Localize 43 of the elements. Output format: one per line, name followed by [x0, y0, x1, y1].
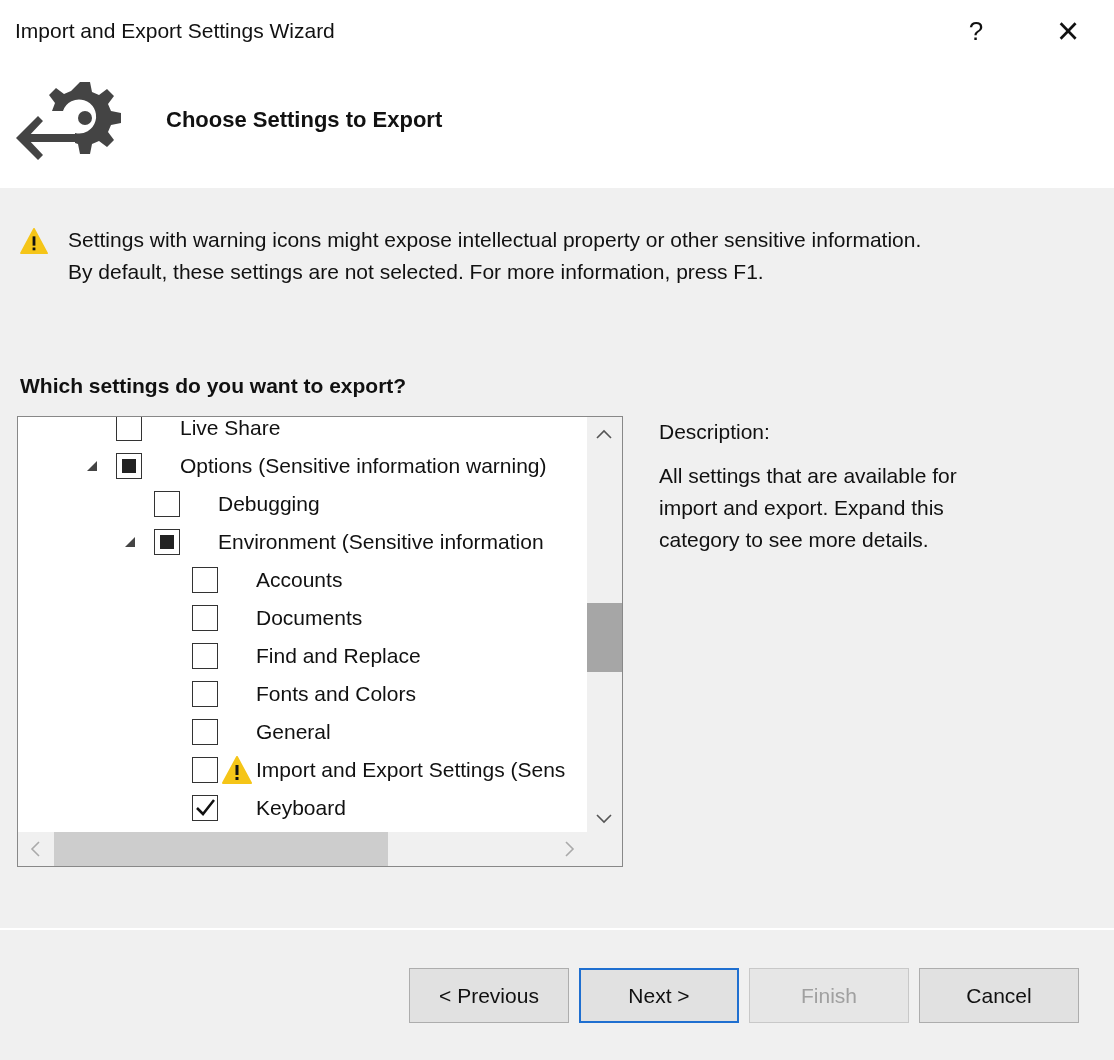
- checkbox[interactable]: [192, 605, 218, 631]
- close-button[interactable]: ×: [1022, 0, 1114, 62]
- tree-item[interactable]: Live Share: [180, 417, 281, 440]
- description-text: All settings that are available for import and export. Expand this category to see more details.: [659, 463, 958, 553]
- checkbox[interactable]: [192, 567, 218, 593]
- question-label: Which settings do you want to export?: [20, 374, 408, 398]
- horizontal-scrollbar[interactable]: [18, 832, 587, 866]
- scroll-thumb[interactable]: [54, 832, 388, 866]
- scroll-down-icon[interactable]: [596, 814, 612, 824]
- checkbox[interactable]: [116, 453, 142, 479]
- vertical-scrollbar[interactable]: [587, 417, 622, 832]
- checkbox[interactable]: [192, 757, 218, 783]
- wizard-button[interactable]: Cancel: [919, 968, 1079, 1023]
- tree-item[interactable]: Import and Export Settings (Sens: [256, 758, 566, 782]
- wizard-button[interactable]: < Previous: [409, 968, 569, 1023]
- warning-icon: [20, 228, 48, 254]
- checkbox[interactable]: [192, 719, 218, 745]
- page-heading: Choose Settings to Export: [166, 107, 443, 133]
- scroll-up-icon[interactable]: [596, 429, 612, 439]
- window-title: Import and Export Settings Wizard: [15, 19, 335, 43]
- help-button[interactable]: ?: [930, 0, 1022, 62]
- warning-icon: [222, 756, 252, 784]
- tree-item[interactable]: Keyboard: [256, 796, 346, 820]
- tree-item[interactable]: General: [256, 720, 331, 744]
- checkbox[interactable]: [192, 643, 218, 669]
- scroll-thumb[interactable]: [587, 603, 622, 672]
- description-label: Description:: [659, 420, 771, 444]
- tree-item[interactable]: Documents: [256, 606, 363, 630]
- expander-icon[interactable]: [124, 536, 136, 548]
- checkbox[interactable]: [154, 529, 180, 555]
- checkbox[interactable]: [192, 681, 218, 707]
- checkbox[interactable]: [154, 491, 180, 517]
- tree-item[interactable]: Find and Replace: [256, 644, 421, 668]
- tree-item[interactable]: Debugging: [218, 492, 320, 516]
- tree-item[interactable]: Environment (Sensitive information: [218, 530, 544, 554]
- tree-item[interactable]: Fonts and Colors: [256, 682, 416, 706]
- checkbox[interactable]: [192, 795, 218, 821]
- tree-item[interactable]: Accounts: [256, 568, 343, 592]
- tree-item[interactable]: Options (Sensitive information warning): [180, 454, 547, 478]
- warning-message: Settings with warning icons might expose intellectual property or other sensitive information. By default, these settings are not selected. For more information, press F1.: [68, 227, 922, 285]
- expander-icon[interactable]: [86, 460, 98, 472]
- wizard-button[interactable]: Next >: [579, 968, 739, 1023]
- checkbox[interactable]: [116, 417, 142, 441]
